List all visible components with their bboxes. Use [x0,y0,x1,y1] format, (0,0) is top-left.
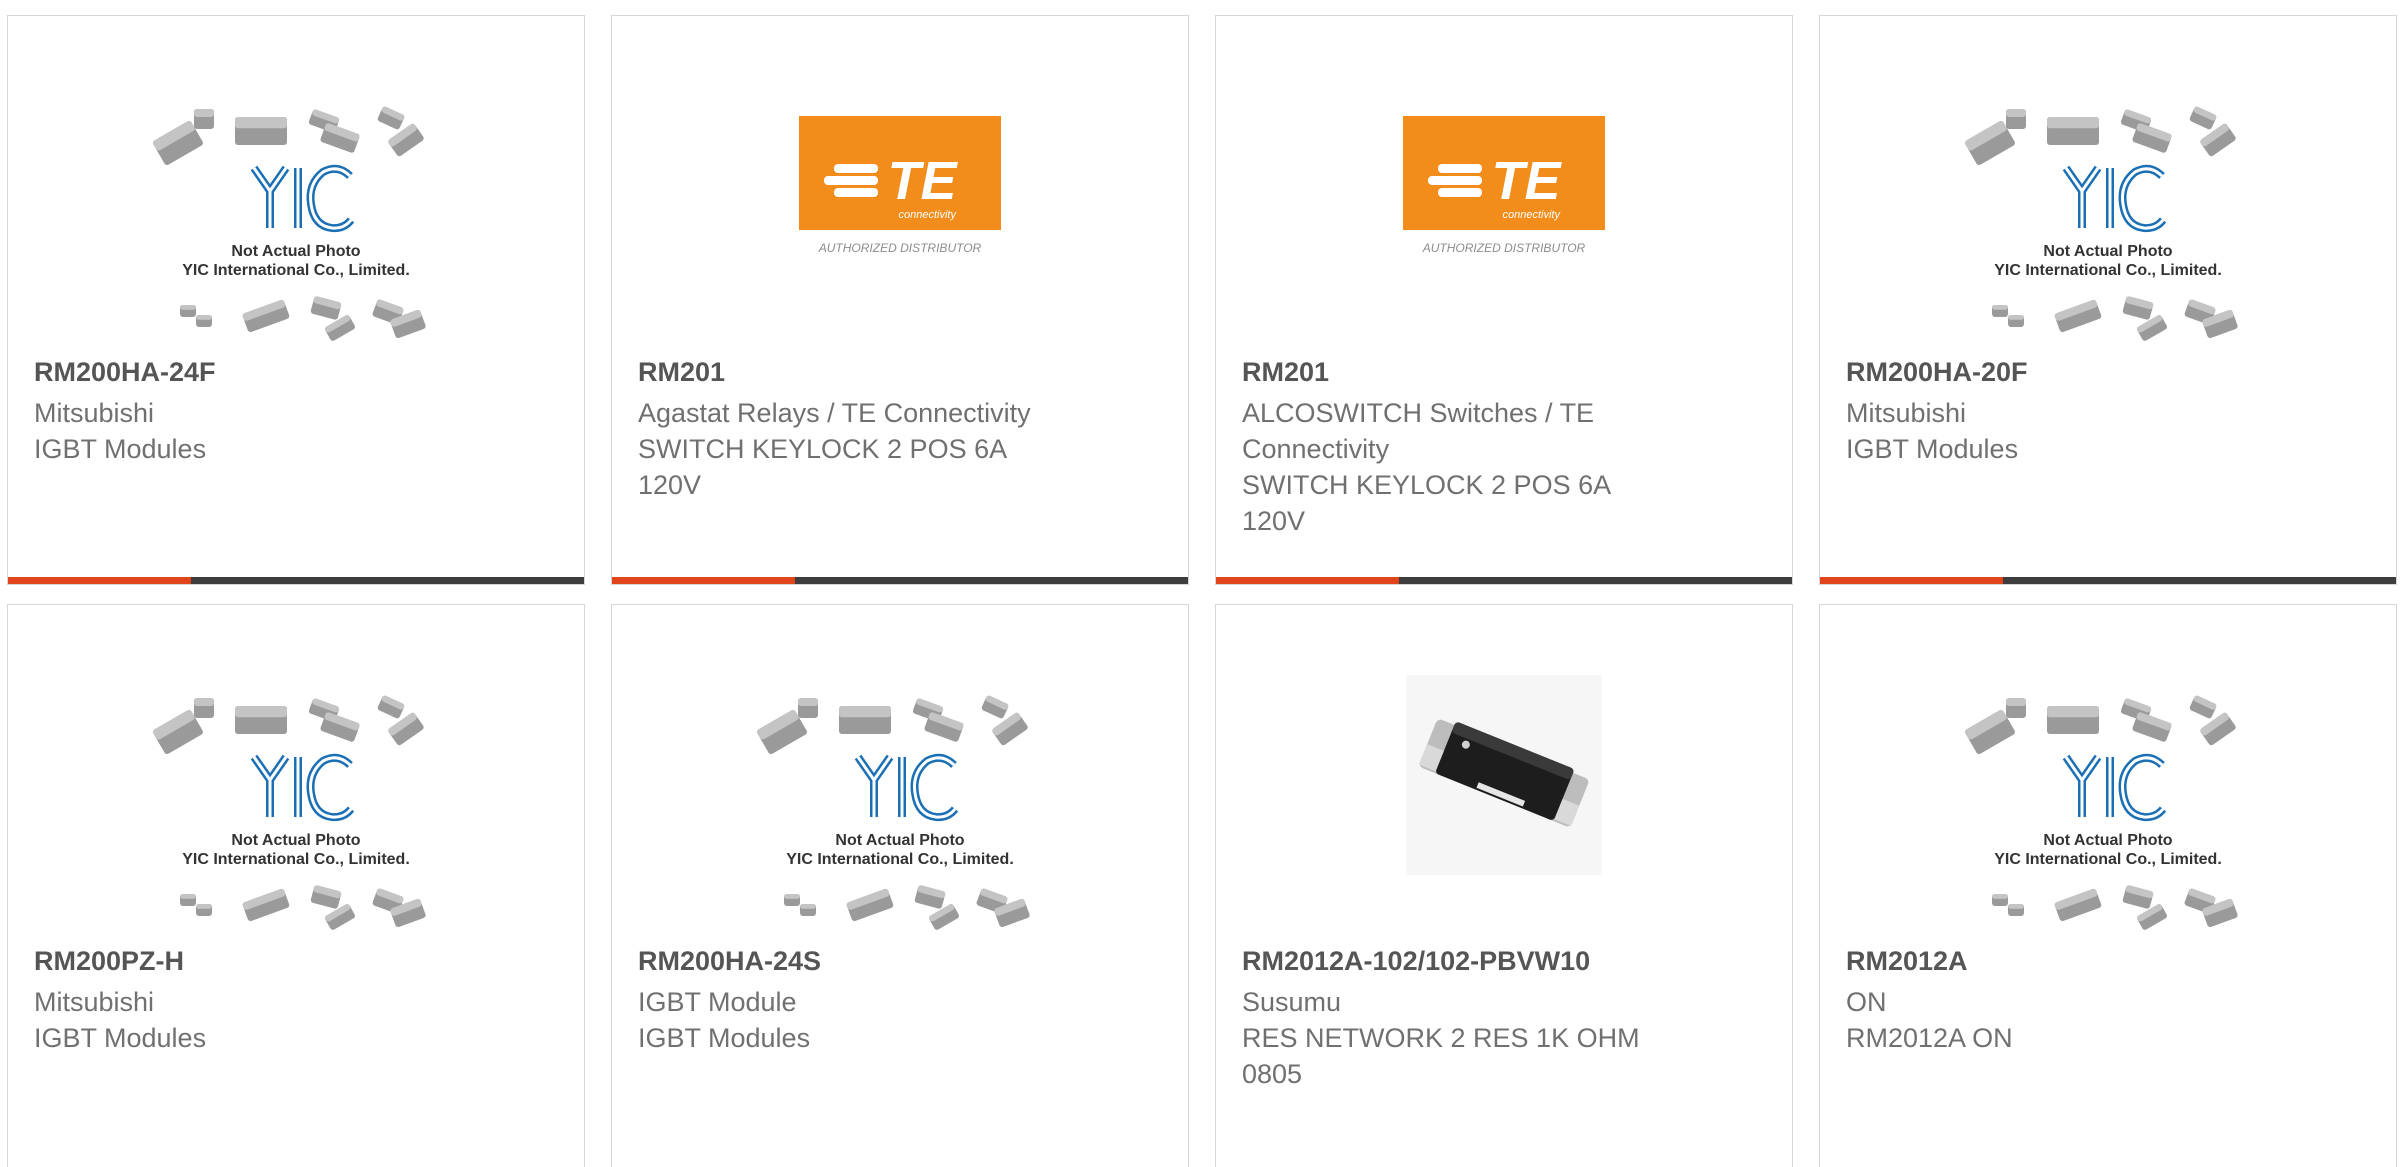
product-image[interactable]: TE connectivity AUTHORIZED DISTRIBUTOR [612,16,1188,346]
te-logo-image: TEconnectivity AUTHORIZED DISTRIBUTOR [1403,116,1605,255]
manufacturer: Mitsubishi [34,398,155,428]
card-accent-bar [1216,577,1399,584]
card-footer-bar [8,577,584,584]
yic-placeholder-image: Not Actual Photo YIC International Co., L… [757,695,1030,930]
manufacturer: Connectivity [1242,434,1390,464]
manufacturer: Agastat Relays / TE Connectivity [638,398,1031,428]
svg-text:Not Actual Photo: Not Actual Photo [2043,832,2172,849]
resistor-photo [1406,675,1602,875]
product-image[interactable]: Not Actual Photo YIC International Co., L… [1820,16,2396,346]
svg-text:TE: TE [1491,151,1562,211]
description: SWITCH KEYLOCK 2 POS 6A [638,434,1008,464]
product-card[interactable]: Not Actual Photo YIC International Co., L… [1819,15,2397,585]
svg-text:YIC International Co., Limited: YIC International Co., Limited. [182,262,410,279]
product-card[interactable]: Not Actual Photo YIC International Co., L… [7,15,585,585]
description: RM2012A ON [1846,1023,2013,1053]
description: IGBT Modules [34,1023,207,1053]
part-number-link[interactable]: RM200PZ-H [34,946,184,977]
product-card[interactable]: Not Actual Photo YIC International Co., L… [1819,604,2397,1167]
description: 120V [638,470,702,500]
description: IGBT Modules [34,434,207,464]
svg-text:YIC International Co., Limited: YIC International Co., Limited. [1994,851,2222,868]
description: 120V [1242,506,1306,536]
description: IGBT Modules [638,1023,811,1053]
svg-text:YIC International Co., Limited: YIC International Co., Limited. [1994,262,2222,279]
svg-text:Not Actual Photo: Not Actual Photo [835,832,964,849]
card-footer-bar [1820,577,2396,584]
product-card[interactable]: RM2012A-102/102-PBVW10 Susumu RES NETWOR… [1215,604,1793,1167]
part-number-link[interactable]: RM200HA-20F [1846,357,2028,388]
product-grid: Not Actual Photo YIC International Co., L… [0,0,2400,1167]
part-number-link[interactable]: RM200HA-24S [638,946,821,977]
product-image[interactable]: Not Actual Photo YIC International Co., L… [612,605,1188,935]
te-logo-image: TEconnectivity AUTHORIZED DISTRIBUTOR [799,116,1001,255]
svg-text:Not Actual Photo: Not Actual Photo [231,832,360,849]
manufacturer: Mitsubishi [34,987,155,1017]
svg-text:AUTHORIZED DISTRIBUTOR: AUTHORIZED DISTRIBUTOR [1422,241,1586,255]
yic-placeholder-image: Not Actual Photo YIC International Co., L… [1965,106,2238,341]
product-image[interactable] [1216,605,1792,935]
card-footer-bar [1216,577,1792,584]
part-number-link[interactable]: RM201 [638,357,725,388]
product-card[interactable]: Not Actual Photo YIC International Co., L… [7,604,585,1167]
card-accent-bar [612,577,795,584]
part-number-link[interactable]: RM2012A-102/102-PBVW10 [1242,946,1590,977]
svg-text:Not Actual Photo: Not Actual Photo [2043,243,2172,260]
svg-text:YIC International Co., Limited: YIC International Co., Limited. [182,851,410,868]
product-image[interactable]: Not Actual Photo YIC International Co., L… [8,16,584,346]
manufacturer: Mitsubishi [1846,398,1967,428]
manufacturer: ALCOSWITCH Switches / TE [1242,398,1595,428]
manufacturer: Susumu [1242,987,1342,1017]
product-card[interactable]: TE connectivity AUTHORIZED DISTRIBUTOR RM2… [1215,15,1793,585]
product-card[interactable]: TE connectivity AUTHORIZED DISTRIBUTOR RM2… [611,15,1189,585]
svg-text:connectivity: connectivity [1503,209,1562,221]
product-card[interactable]: Not Actual Photo YIC International Co., L… [611,604,1189,1167]
manufacturer: ON [1846,987,1887,1017]
description: SWITCH KEYLOCK 2 POS 6A [1242,470,1612,500]
svg-text:YIC International Co., Limited: YIC International Co., Limited. [786,851,1014,868]
product-image[interactable]: TE connectivity AUTHORIZED DISTRIBUTOR [1216,16,1792,346]
card-footer-bar [612,577,1188,584]
part-number-link[interactable]: RM2012A [1846,946,1968,977]
description: 0805 [1242,1059,1303,1089]
card-accent-bar [1820,577,2003,584]
svg-text:Not Actual Photo: Not Actual Photo [231,243,360,260]
svg-text:AUTHORIZED DISTRIBUTOR: AUTHORIZED DISTRIBUTOR [818,241,982,255]
description: IGBT Modules [1846,434,2019,464]
svg-text:connectivity: connectivity [899,209,958,221]
product-image[interactable]: Not Actual Photo YIC International Co., L… [1820,605,2396,935]
svg-text:TE: TE [887,151,958,211]
manufacturer: IGBT Module [638,987,797,1017]
description: RES NETWORK 2 RES 1K OHM [1242,1023,1640,1053]
yic-placeholder-image: Not Actual Photo YIC International Co., L… [153,106,426,341]
yic-placeholder-image: Not Actual Photo YIC International Co., L… [153,695,426,930]
part-number-link[interactable]: RM200HA-24F [34,357,216,388]
card-accent-bar [8,577,191,584]
yic-placeholder-image: Not Actual Photo YIC International Co., L… [1965,695,2238,930]
product-image[interactable]: Not Actual Photo YIC International Co., L… [8,605,584,935]
part-number-link[interactable]: RM201 [1242,357,1329,388]
